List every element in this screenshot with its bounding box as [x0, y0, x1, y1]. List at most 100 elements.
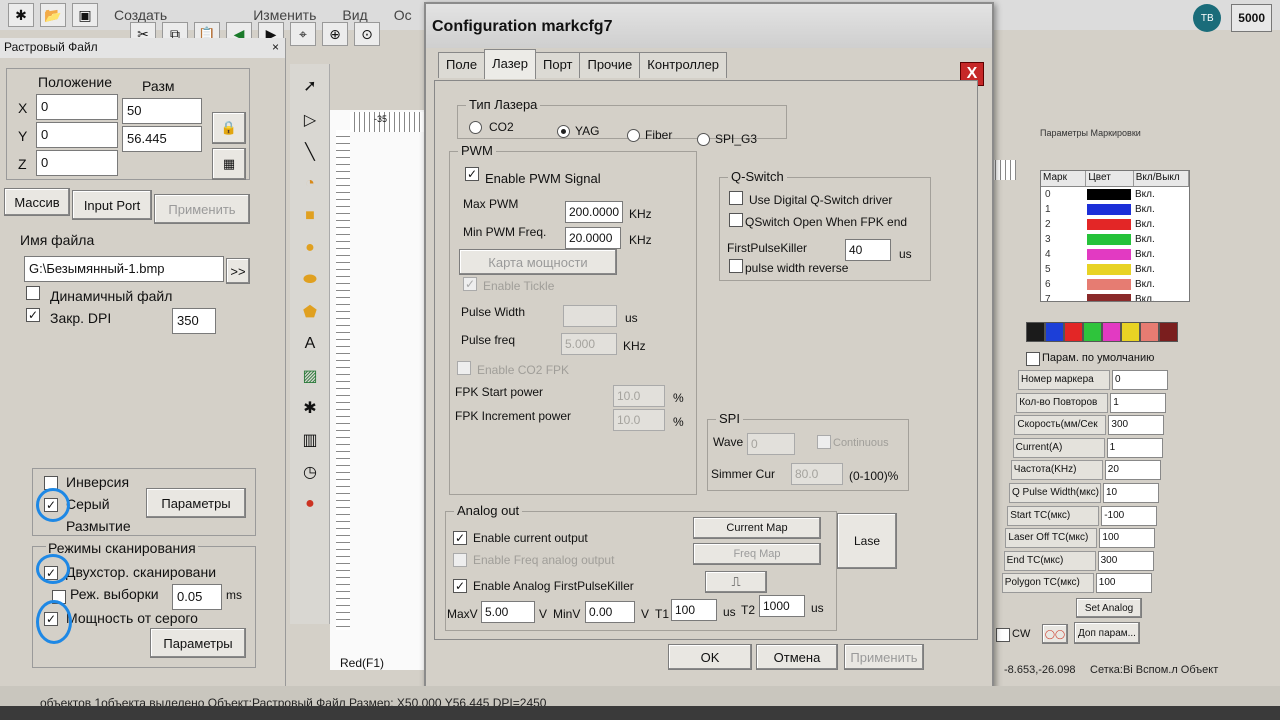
- lock-button[interactable]: 🔒: [212, 112, 246, 144]
- dpi-input[interactable]: 350: [172, 308, 216, 334]
- menu-view[interactable]: Вид: [332, 7, 377, 23]
- enable-co2-fpk-checkbox[interactable]: [457, 361, 471, 375]
- menu-os[interactable]: Ос: [384, 7, 422, 23]
- pen-row[interactable]: 4 Вкл.: [1041, 247, 1189, 262]
- param-input[interactable]: 1: [1110, 392, 1167, 413]
- enable-analog-fpk-checkbox[interactable]: ✓: [453, 579, 467, 593]
- timer-icon[interactable]: ◷: [298, 460, 322, 484]
- wave-input[interactable]: 0: [747, 433, 795, 455]
- dialog-apply-button[interactable]: Применить: [844, 644, 924, 670]
- tab-port[interactable]: Порт: [535, 52, 581, 78]
- freq-map-button[interactable]: Freq Map: [693, 543, 821, 565]
- bitmap-icon[interactable]: ▨: [298, 364, 322, 388]
- curve-icon[interactable]: ◔: [298, 172, 322, 196]
- text-icon[interactable]: A: [298, 332, 322, 356]
- param-input[interactable]: -100: [1101, 505, 1158, 526]
- apply-button[interactable]: Применить: [154, 194, 250, 224]
- pen-row[interactable]: 1 Вкл.: [1041, 202, 1189, 217]
- enable-pwm-checkbox[interactable]: ✓: [465, 167, 479, 181]
- simmer-input[interactable]: 80.0: [791, 463, 843, 485]
- fpk-inc-input[interactable]: 10.0: [613, 409, 665, 431]
- z-input[interactable]: 0: [36, 150, 118, 176]
- palette-color-swatch[interactable]: [1159, 322, 1178, 342]
- lase-button[interactable]: Lase: [837, 513, 897, 569]
- image-params-button[interactable]: Параметры: [146, 488, 246, 518]
- waveform-button[interactable]: ⎍: [705, 571, 767, 593]
- param-input[interactable]: 300: [1097, 550, 1154, 571]
- cw-checkbox[interactable]: [996, 628, 1010, 642]
- set-analog-button[interactable]: Set Analog: [1076, 598, 1142, 618]
- palette-color-swatch[interactable]: [1102, 322, 1121, 342]
- menu-edit[interactable]: Изменить: [243, 7, 326, 23]
- zoom-select-icon[interactable]: ⊕: [322, 22, 348, 46]
- input-port-button[interactable]: Input Port: [72, 190, 152, 220]
- tab-field[interactable]: Поле: [438, 52, 486, 78]
- enable-tickle-checkbox[interactable]: ✓: [463, 277, 477, 291]
- pulse-width-input[interactable]: [563, 305, 617, 327]
- height-input[interactable]: 56.445: [122, 126, 202, 152]
- first-pulse-killer-input[interactable]: 40: [845, 239, 891, 261]
- node-icon[interactable]: ▷: [298, 108, 322, 132]
- circle-icon[interactable]: ●: [298, 236, 322, 260]
- pen-row[interactable]: 3 Вкл.: [1041, 232, 1189, 247]
- polygon-icon[interactable]: ⬟: [298, 300, 322, 324]
- dynamic-file-checkbox[interactable]: [26, 286, 40, 300]
- param-input[interactable]: 1: [1106, 437, 1163, 458]
- open-icon[interactable]: 📂: [40, 3, 66, 27]
- line-icon[interactable]: ╲: [298, 140, 322, 164]
- param-input[interactable]: 300: [1108, 415, 1165, 436]
- barcode-icon[interactable]: ▥: [298, 428, 322, 452]
- width-input[interactable]: 50: [122, 98, 202, 124]
- red-light-icon[interactable]: ◯◯: [1042, 624, 1068, 644]
- array-button[interactable]: Массив: [4, 188, 70, 216]
- tab-other[interactable]: Прочие: [579, 52, 641, 78]
- menu-create[interactable]: Создать: [104, 7, 177, 23]
- default-params-checkbox[interactable]: [1026, 352, 1040, 366]
- enable-freq-output-checkbox[interactable]: [453, 553, 467, 567]
- palette-color-swatch[interactable]: [1083, 322, 1102, 342]
- tab-laser[interactable]: Лазер: [484, 49, 536, 79]
- filename-input[interactable]: G:\Безымянный-1.bmp: [24, 256, 224, 282]
- param-input[interactable]: 100: [1095, 573, 1152, 594]
- continuous-checkbox[interactable]: [817, 435, 831, 449]
- ok-button[interactable]: OK: [668, 644, 752, 670]
- param-input[interactable]: 20: [1104, 460, 1161, 481]
- zoom-icon[interactable]: ⊙: [354, 22, 380, 46]
- vector-file-icon[interactable]: ✱: [298, 396, 322, 420]
- y-input[interactable]: 0: [36, 122, 118, 148]
- node-edit-icon[interactable]: ⌖: [290, 22, 316, 46]
- pen-row[interactable]: 6 Вкл.: [1041, 277, 1189, 292]
- fix-dpi-checkbox[interactable]: ✓: [26, 308, 40, 322]
- min-pwm-input[interactable]: 20.0000: [565, 227, 621, 249]
- t1-input[interactable]: 100: [671, 599, 717, 621]
- rectangle-icon[interactable]: ■: [298, 204, 322, 228]
- x-input[interactable]: 0: [36, 94, 118, 120]
- sample-input[interactable]: 0.05: [172, 584, 222, 610]
- pen-row[interactable]: 2 Вкл.: [1041, 217, 1189, 232]
- browse-button[interactable]: >>: [226, 258, 250, 284]
- param-input[interactable]: 100: [1099, 528, 1156, 549]
- ellipse-icon[interactable]: ⬬: [298, 268, 322, 292]
- tab-controller[interactable]: Контроллер: [639, 52, 728, 78]
- pen-row[interactable]: 0 Вкл.: [1041, 187, 1189, 202]
- digital-qswitch-checkbox[interactable]: [729, 191, 743, 205]
- panel-close-icon[interactable]: ×: [272, 40, 279, 54]
- extra-params-button[interactable]: Доп парам...: [1074, 622, 1140, 644]
- save-icon[interactable]: ▣: [72, 3, 98, 27]
- param-input[interactable]: 10: [1103, 483, 1159, 503]
- t2-input[interactable]: 1000: [759, 595, 805, 617]
- cancel-button[interactable]: Отмена: [756, 644, 838, 670]
- palette-color-swatch[interactable]: [1045, 322, 1064, 342]
- laser-yag-radio[interactable]: [557, 125, 570, 138]
- fpk-start-input[interactable]: 10.0: [613, 385, 665, 407]
- scan-params-button[interactable]: Параметры: [150, 628, 246, 658]
- param-input[interactable]: 0: [1112, 370, 1168, 390]
- laser-co2-radio[interactable]: [469, 121, 482, 134]
- anchor-grid-button[interactable]: ▦: [212, 148, 246, 180]
- select-icon[interactable]: ➚: [298, 74, 322, 98]
- current-map-button[interactable]: Current Map: [693, 517, 821, 539]
- pen-row[interactable]: 7 Вкл.: [1041, 292, 1189, 301]
- palette-color-swatch[interactable]: [1064, 322, 1083, 342]
- pulse-width-reverse-checkbox[interactable]: [729, 259, 743, 273]
- laser-spi-radio[interactable]: [697, 133, 710, 146]
